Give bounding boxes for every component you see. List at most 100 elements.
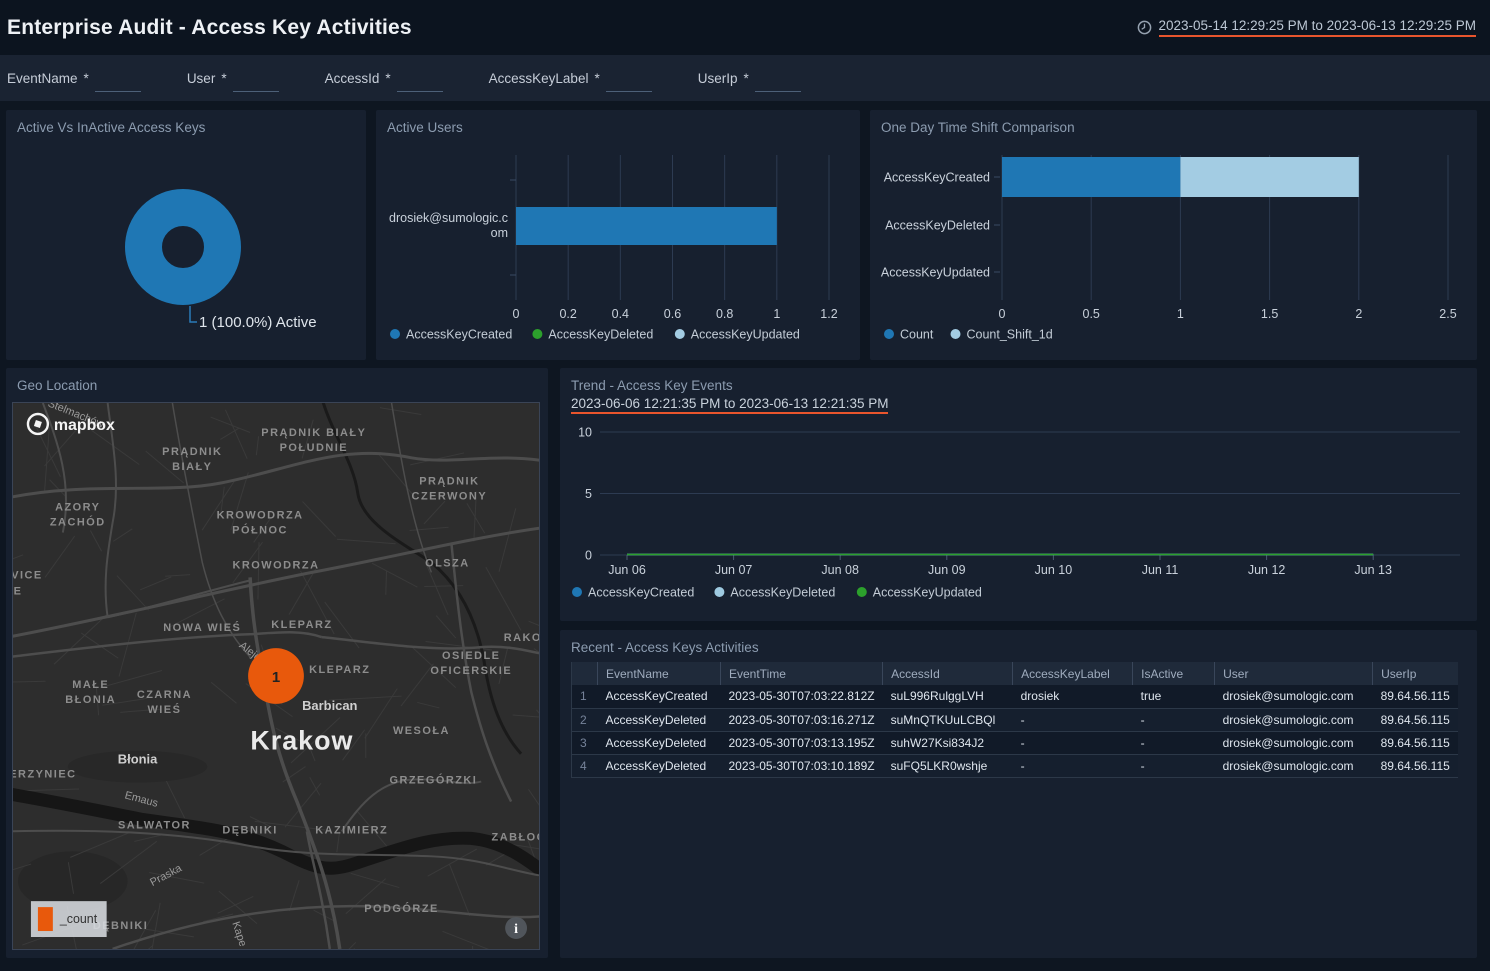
active-users-bar-chart[interactable]: 00.20.40.60.811.2drosiek@sumologic.comAc… xyxy=(376,110,860,360)
map-label: KLEPARZ xyxy=(309,664,370,676)
table-row[interactable]: 4AccessKeyDeleted2023-05-30T07:03:10.189… xyxy=(572,754,1458,777)
dashboard-header: Enterprise Audit - Access Key Activities… xyxy=(0,0,1490,55)
column-header[interactable]: AccessId xyxy=(883,662,1013,685)
filter-user-input[interactable] xyxy=(233,76,279,92)
svg-text:0.8: 0.8 xyxy=(716,307,733,321)
map-label: PÓŁNOC xyxy=(232,524,288,537)
svg-text:Count: Count xyxy=(900,328,934,342)
column-header[interactable]: AccessKeyLabel xyxy=(1013,662,1133,685)
table-cell: 89.64.56.115 xyxy=(1373,754,1458,777)
map-cluster-marker[interactable]: 1 xyxy=(248,648,304,704)
map-count-legend: _count xyxy=(31,901,107,937)
donut-chart[interactable]: 1 (100.0%) Active xyxy=(6,110,366,360)
events-table-wrap: EventNameEventTimeAccessIdAccessKeyLabel… xyxy=(571,662,1477,958)
map-canvas[interactable]: StelmachówPRĄDNIK BIAŁYPOŁUDNIEPRĄDNIKBI… xyxy=(13,403,539,949)
geo-map[interactable]: StelmachówPRĄDNIK BIAŁYPOŁUDNIEPRĄDNIKBI… xyxy=(12,402,540,950)
map-label: PRĄDNIK xyxy=(419,476,479,488)
legend-dot xyxy=(714,587,724,597)
map-label: Krakow xyxy=(250,726,353,756)
svg-text:AccessKeyDeleted: AccessKeyDeleted xyxy=(730,586,835,600)
panel-title: Trend - Access Key Events xyxy=(571,378,733,393)
filter-label: User xyxy=(187,71,216,86)
trend-time-range[interactable]: 2023-06-06 12:21:35 PM to 2023-06-13 12:… xyxy=(571,396,888,414)
legend-dot xyxy=(675,329,685,339)
table-header-row: EventNameEventTimeAccessIdAccessKeyLabel… xyxy=(572,662,1458,685)
filter-label: AccessId xyxy=(325,71,380,86)
filter-label: UserIp xyxy=(698,71,738,86)
svg-text:0.6: 0.6 xyxy=(664,307,681,321)
column-header[interactable]: EventName xyxy=(598,662,721,685)
panel-title: Recent - Access Keys Activities xyxy=(571,640,759,655)
column-header[interactable] xyxy=(572,662,598,685)
table-cell: - xyxy=(1133,708,1215,731)
required-asterisk: * xyxy=(84,71,89,86)
donut-slice-active[interactable] xyxy=(144,208,223,287)
legend-dot xyxy=(532,329,542,339)
filter-userip: UserIp * xyxy=(698,70,801,86)
svg-text:_count: _count xyxy=(59,912,98,926)
svg-text:1.5: 1.5 xyxy=(1261,307,1278,321)
time-range-text[interactable]: 2023-05-14 12:29:25 PM to 2023-06-13 12:… xyxy=(1159,18,1476,37)
svg-text:i: i xyxy=(514,922,518,937)
map-label: BŁONIA xyxy=(65,694,116,706)
svg-text:AccessKeyDeleted: AccessKeyDeleted xyxy=(548,328,653,342)
map-label: Barbican xyxy=(302,698,357,713)
table-cell: - xyxy=(1013,731,1133,754)
stacked-bar-Count[interactable] xyxy=(1002,157,1180,197)
stacked-bar-Count_Shift_1d[interactable] xyxy=(1180,157,1358,197)
table-row[interactable]: 2AccessKeyDeleted2023-05-30T07:03:16.271… xyxy=(572,708,1458,731)
svg-text:mapbox: mapbox xyxy=(54,417,115,434)
svg-text:10: 10 xyxy=(578,426,592,440)
table-cell: drosiek@sumologic.com xyxy=(1215,685,1373,708)
required-asterisk: * xyxy=(221,71,226,86)
filter-accesskeylabel-input[interactable] xyxy=(606,76,652,92)
filter-accessid: AccessId * xyxy=(325,70,443,86)
panel-active-users: Active Users 00.20.40.60.811.2drosiek@su… xyxy=(376,110,860,360)
required-asterisk: * xyxy=(743,71,748,86)
table-row[interactable]: 1AccessKeyCreated2023-05-30T07:03:22.812… xyxy=(572,685,1458,708)
table-cell: - xyxy=(1133,754,1215,777)
panel-title: Geo Location xyxy=(17,378,97,393)
panel-trend: Trend - Access Key Events 2023-06-06 12:… xyxy=(560,368,1477,621)
map-label: OSIEDLE xyxy=(442,650,500,662)
map-label: E xyxy=(14,585,23,597)
bar-accesskeycreated[interactable] xyxy=(516,207,777,245)
table-cell: suL996RulggLVH xyxy=(883,685,1013,708)
time-shift-bar-chart[interactable]: 00.511.522.5AccessKeyCreatedAccessKeyDel… xyxy=(870,110,1477,360)
svg-text:1: 1 xyxy=(1177,307,1184,321)
filter-accesskeylabel: AccessKeyLabel * xyxy=(489,70,652,86)
map-label: MAŁE xyxy=(72,679,109,691)
panel-geo-location: Geo Location StelmachówPRĄDNIK BIAŁYPOŁU… xyxy=(6,368,548,958)
column-header[interactable]: EventTime xyxy=(721,662,883,685)
filter-label: EventName xyxy=(7,71,78,86)
filter-userip-input[interactable] xyxy=(755,76,801,92)
svg-text:1.2: 1.2 xyxy=(820,307,837,321)
table-cell: AccessKeyDeleted xyxy=(598,708,721,731)
filter-accessid-input[interactable] xyxy=(397,76,443,92)
time-range-control[interactable]: 2023-05-14 12:29:25 PM to 2023-06-13 12:… xyxy=(1137,18,1476,37)
map-info-icon[interactable]: i xyxy=(505,917,527,939)
column-header[interactable]: User xyxy=(1215,662,1373,685)
svg-text:1 (100.0%) Active: 1 (100.0%) Active xyxy=(199,314,317,331)
table-cell: - xyxy=(1133,731,1215,754)
svg-text:5: 5 xyxy=(585,487,592,501)
callout-line xyxy=(190,306,197,322)
table-cell: 89.64.56.115 xyxy=(1373,685,1458,708)
table-cell: 2023-05-30T07:03:16.271Z xyxy=(721,708,883,731)
svg-text:Jun 11: Jun 11 xyxy=(1142,563,1179,577)
svg-text:Jun 09: Jun 09 xyxy=(928,563,966,577)
table-cell: drosiek@sumologic.com xyxy=(1215,731,1373,754)
panel-title: One Day Time Shift Comparison xyxy=(881,120,1075,135)
filter-eventname-input[interactable] xyxy=(95,76,141,92)
svg-text:0: 0 xyxy=(585,549,592,563)
panel-title: Active Vs InActive Access Keys xyxy=(17,120,205,135)
column-header[interactable]: IsActive xyxy=(1133,662,1215,685)
svg-text:0.2: 0.2 xyxy=(559,307,576,321)
table-cell: 2023-05-30T07:03:13.195Z xyxy=(721,731,883,754)
map-label: KAZIMIERZ xyxy=(315,824,388,836)
column-header[interactable]: UserIp xyxy=(1373,662,1458,685)
map-label: KROWODRZA xyxy=(233,559,320,571)
svg-text:0: 0 xyxy=(513,307,520,321)
table-cell: true xyxy=(1133,685,1215,708)
table-row[interactable]: 3AccessKeyDeleted2023-05-30T07:03:13.195… xyxy=(572,731,1458,754)
